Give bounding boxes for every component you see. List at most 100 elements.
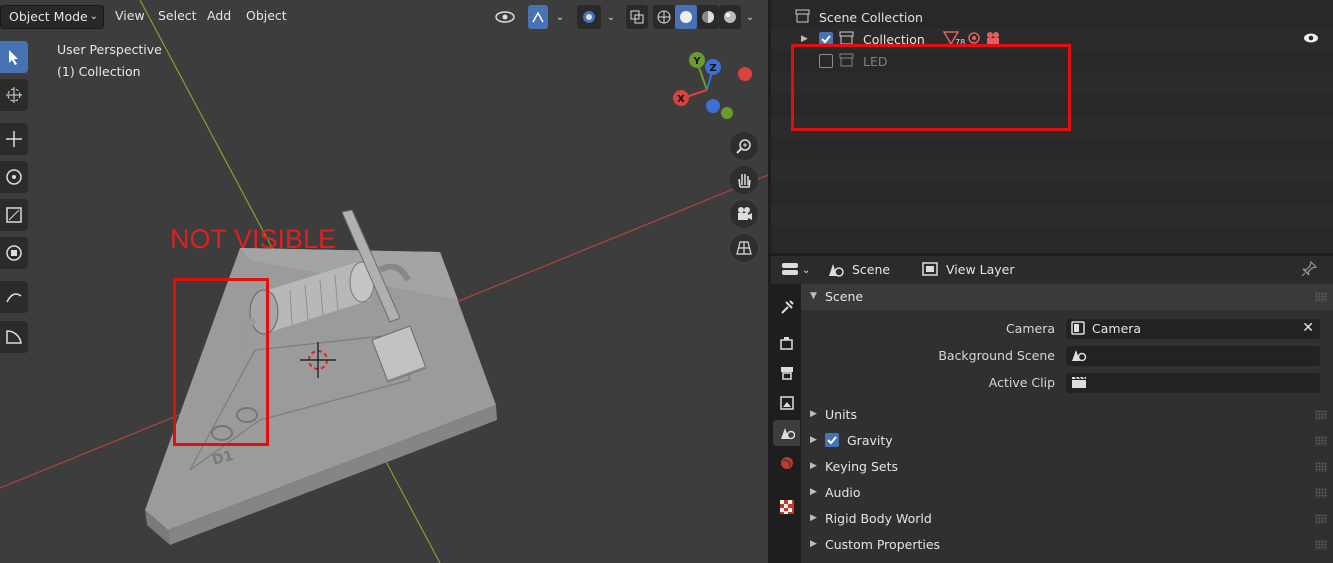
panel-audio-label: Audio: [825, 485, 861, 500]
camera-value: Camera: [1092, 321, 1142, 336]
overlays-icon[interactable]: [577, 5, 601, 29]
chevron-down-icon[interactable]: ⌄: [741, 5, 759, 29]
visibility-eye-icon[interactable]: [1302, 31, 1320, 48]
panel-rigid-body-world[interactable]: ▶ Rigid Body World: [801, 506, 1333, 532]
drag-grip-icon[interactable]: [1315, 436, 1327, 446]
menu-select[interactable]: Select: [152, 5, 203, 29]
drag-grip-icon[interactable]: [1315, 514, 1327, 524]
expand-triangle-icon: ▶: [810, 513, 817, 523]
active-collection-label: (1) Collection: [57, 64, 141, 79]
scene-breadcrumb[interactable]: Scene: [852, 262, 890, 277]
scene-icon: [1071, 348, 1087, 365]
clip-icon: [1071, 375, 1087, 392]
chevron-down-icon[interactable]: ⌄: [602, 5, 620, 29]
svg-text:Z: Z: [709, 63, 716, 74]
visibility-eye-icon[interactable]: [490, 5, 520, 29]
background-scene-field[interactable]: [1066, 346, 1320, 366]
3d-viewport[interactable]: Object Mode ⌄ View Select Add Object ⌄ ⌄: [0, 0, 768, 563]
collapse-triangle-icon: ▼: [810, 291, 817, 301]
camera-label: Camera: [1005, 321, 1055, 336]
move-tool-icon[interactable]: [0, 123, 28, 155]
expand-triangle-icon: ▶: [810, 487, 817, 497]
drag-grip-icon[interactable]: [1315, 410, 1327, 420]
solid-shading-icon[interactable]: [675, 5, 697, 29]
wireframe-shading-icon[interactable]: [653, 5, 675, 29]
panel-units[interactable]: ▶ Units: [801, 402, 1333, 428]
camera-view-icon[interactable]: [730, 200, 758, 228]
active-clip-label: Active Clip: [988, 375, 1055, 390]
scene-tab-icon[interactable]: [773, 420, 800, 446]
perspective-grid-icon[interactable]: [730, 234, 758, 262]
drag-grip-icon[interactable]: [1315, 292, 1327, 302]
camera-object-icon: [1071, 321, 1085, 338]
rotate-tool-icon[interactable]: [0, 161, 28, 193]
object-mode-dropdown[interactable]: Object Mode ⌄: [0, 5, 104, 29]
measure-tool-icon[interactable]: [0, 321, 28, 353]
tool-tab-icon[interactable]: [773, 294, 800, 320]
collection-box-icon: [795, 9, 811, 26]
view-layer-breadcrumb[interactable]: View Layer: [946, 262, 1015, 277]
scale-tool-icon[interactable]: [0, 199, 28, 231]
menu-add[interactable]: Add: [201, 5, 237, 29]
clear-x-icon[interactable]: ✕: [1302, 320, 1314, 336]
outliner-empty-row: [771, 138, 1333, 160]
camera-field[interactable]: Camera ✕: [1066, 319, 1320, 339]
outliner-empty-row: [771, 160, 1333, 182]
scene-icon: [827, 262, 845, 281]
select-box-tool-icon[interactable]: [0, 41, 28, 73]
annotate-tool-icon[interactable]: [0, 281, 28, 313]
svg-text:⌄: ⌄: [802, 265, 810, 276]
expand-triangle-icon[interactable]: ▶: [801, 34, 808, 44]
chevron-down-icon: ⌄: [89, 11, 98, 22]
panel-rigid-body-world-label: Rigid Body World: [825, 511, 932, 526]
panel-gravity[interactable]: ▶ Gravity: [801, 428, 1333, 454]
annotation-box-outliner: [791, 44, 1071, 131]
view-layer-tab-icon[interactable]: [773, 390, 800, 416]
menu-view[interactable]: View: [109, 5, 151, 29]
output-tab-icon[interactable]: [773, 360, 800, 386]
properties-editor: ⌄ Scene View Layer ▼ Scene Camera Camera…: [771, 256, 1333, 563]
chevron-down-icon[interactable]: ⌄: [550, 5, 570, 29]
pin-icon[interactable]: [1301, 260, 1318, 280]
mode-label: Object Mode: [9, 9, 88, 24]
panel-scene-label: Scene: [825, 289, 864, 304]
navigation-gizmo[interactable]: Y Z X: [665, 48, 765, 123]
rendered-shading-icon[interactable]: [719, 5, 741, 29]
editor-type-icon[interactable]: ⌄: [781, 261, 811, 280]
drag-grip-icon[interactable]: [1315, 462, 1327, 472]
outliner-row-scene-collection[interactable]: Scene Collection: [771, 6, 1333, 28]
scene-collection-label: Scene Collection: [819, 10, 923, 25]
transform-tool-icon[interactable]: [0, 237, 28, 269]
panel-audio[interactable]: ▶ Audio: [801, 480, 1333, 506]
scene-render: [0, 0, 768, 563]
svg-text:Y: Y: [692, 56, 701, 67]
pan-hand-icon[interactable]: [730, 166, 758, 194]
material-shading-icon[interactable]: [697, 5, 719, 29]
gravity-checkbox[interactable]: [825, 433, 839, 447]
gizmo-toggle-icon[interactable]: [528, 5, 548, 29]
background-scene-label: Background Scene: [938, 348, 1055, 363]
drag-grip-icon[interactable]: [1315, 540, 1327, 550]
panel-keying-sets[interactable]: ▶ Keying Sets: [801, 454, 1333, 480]
svg-text:D1: D1: [210, 448, 235, 468]
zoom-icon[interactable]: [730, 132, 758, 160]
outliner-empty-row: [771, 182, 1333, 204]
cursor-tool-icon[interactable]: [0, 79, 28, 111]
annotation-box-viewport: [173, 278, 269, 446]
expand-triangle-icon: ▶: [810, 409, 817, 419]
texture-tab-icon[interactable]: [773, 494, 800, 520]
scene-properties: ▼ Scene Camera Camera ✕ Background Scene…: [801, 284, 1333, 563]
panel-custom-properties[interactable]: ▶ Custom Properties: [801, 532, 1333, 558]
active-clip-field[interactable]: [1066, 373, 1320, 393]
drag-grip-icon[interactable]: [1315, 488, 1327, 498]
menu-object[interactable]: Object: [240, 5, 293, 29]
xray-toggle-icon[interactable]: [626, 5, 648, 29]
world-tab-icon[interactable]: [773, 450, 800, 476]
properties-header: ⌄ Scene View Layer: [771, 256, 1333, 284]
panel-scene[interactable]: ▼ Scene: [801, 284, 1333, 310]
render-tab-icon[interactable]: [773, 330, 800, 356]
panel-keying-sets-label: Keying Sets: [825, 459, 899, 474]
svg-text:X: X: [677, 94, 685, 105]
outliner-empty-row: [771, 204, 1333, 226]
panel-gravity-label: Gravity: [847, 433, 893, 448]
